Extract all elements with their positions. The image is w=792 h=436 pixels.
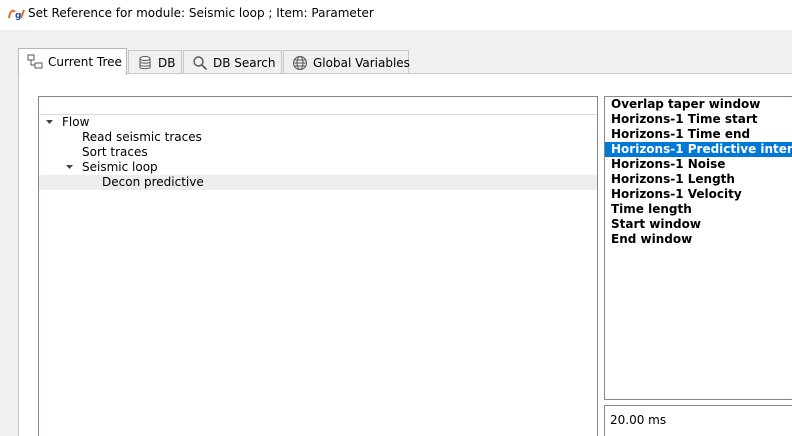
tree-node-seismic-loop[interactable]: Seismic loop <box>39 160 597 175</box>
list-item[interactable]: Time length <box>605 202 792 217</box>
tab-db-search[interactable]: DB Search <box>183 50 282 74</box>
list-item[interactable]: Start window <box>605 217 792 232</box>
window-title: Set Reference for module: Seismic loop ;… <box>28 6 374 20</box>
tab-db[interactable]: DB <box>128 50 182 74</box>
tree-node-label: Decon predictive <box>102 175 204 189</box>
parameter-list[interactable]: Overlap taper window Horizons-1 Time sta… <box>604 96 792 400</box>
tree-node-read-seismic-traces[interactable]: Read seismic traces <box>39 130 597 145</box>
parameter-value-text: 20.00 ms <box>610 413 667 427</box>
tab-label: DB <box>158 55 176 70</box>
tree-node-label: Sort traces <box>82 145 148 159</box>
tree-header <box>39 97 597 115</box>
database-icon <box>137 55 153 71</box>
tree-node-label: Flow <box>62 115 90 129</box>
tab-global-variables[interactable]: Global Variables <box>283 50 410 74</box>
tab-current-tree[interactable]: Current Tree <box>18 48 127 75</box>
tree-node-decon-predictive[interactable]: Decon predictive <box>39 175 597 190</box>
list-item[interactable]: Horizons-1 Noise <box>605 157 792 172</box>
list-item-selected[interactable]: Horizons-1 Predictive interval <box>605 142 792 157</box>
tree-node-flow[interactable]: Flow <box>39 115 597 130</box>
app-logo-icon: g <box>7 7 25 21</box>
parameter-value-field[interactable]: 20.00 ms <box>604 405 792 436</box>
list-item[interactable]: Overlap taper window <box>605 97 792 112</box>
tab-label: DB Search <box>213 55 276 70</box>
list-item[interactable]: End window <box>605 232 792 247</box>
list-item[interactable]: Horizons-1 Length <box>605 172 792 187</box>
tree-node-label: Read seismic traces <box>82 130 202 144</box>
list-item[interactable]: Horizons-1 Velocity <box>605 187 792 202</box>
tree-node-sort-traces[interactable]: Sort traces <box>39 145 597 160</box>
tab-label: Global Variables <box>313 55 410 70</box>
list-item[interactable]: Horizons-1 Time end <box>605 127 792 142</box>
title-bar: g Set Reference for module: Seismic loop… <box>0 0 792 30</box>
tab-bar: Current Tree DB DB Search Global Variabl… <box>18 48 418 75</box>
expand-arrow-icon[interactable] <box>45 115 54 130</box>
svg-text:g: g <box>15 11 21 21</box>
list-item[interactable]: Horizons-1 Time start <box>605 112 792 127</box>
expand-arrow-icon[interactable] <box>65 160 74 175</box>
globe-icon <box>292 55 308 71</box>
search-icon <box>192 55 208 71</box>
tree-icon <box>27 54 43 70</box>
tree-node-label: Seismic loop <box>82 160 158 174</box>
tab-label: Current Tree <box>48 55 122 69</box>
module-tree[interactable]: Flow Read seismic traces Sort traces Sei… <box>38 96 598 436</box>
